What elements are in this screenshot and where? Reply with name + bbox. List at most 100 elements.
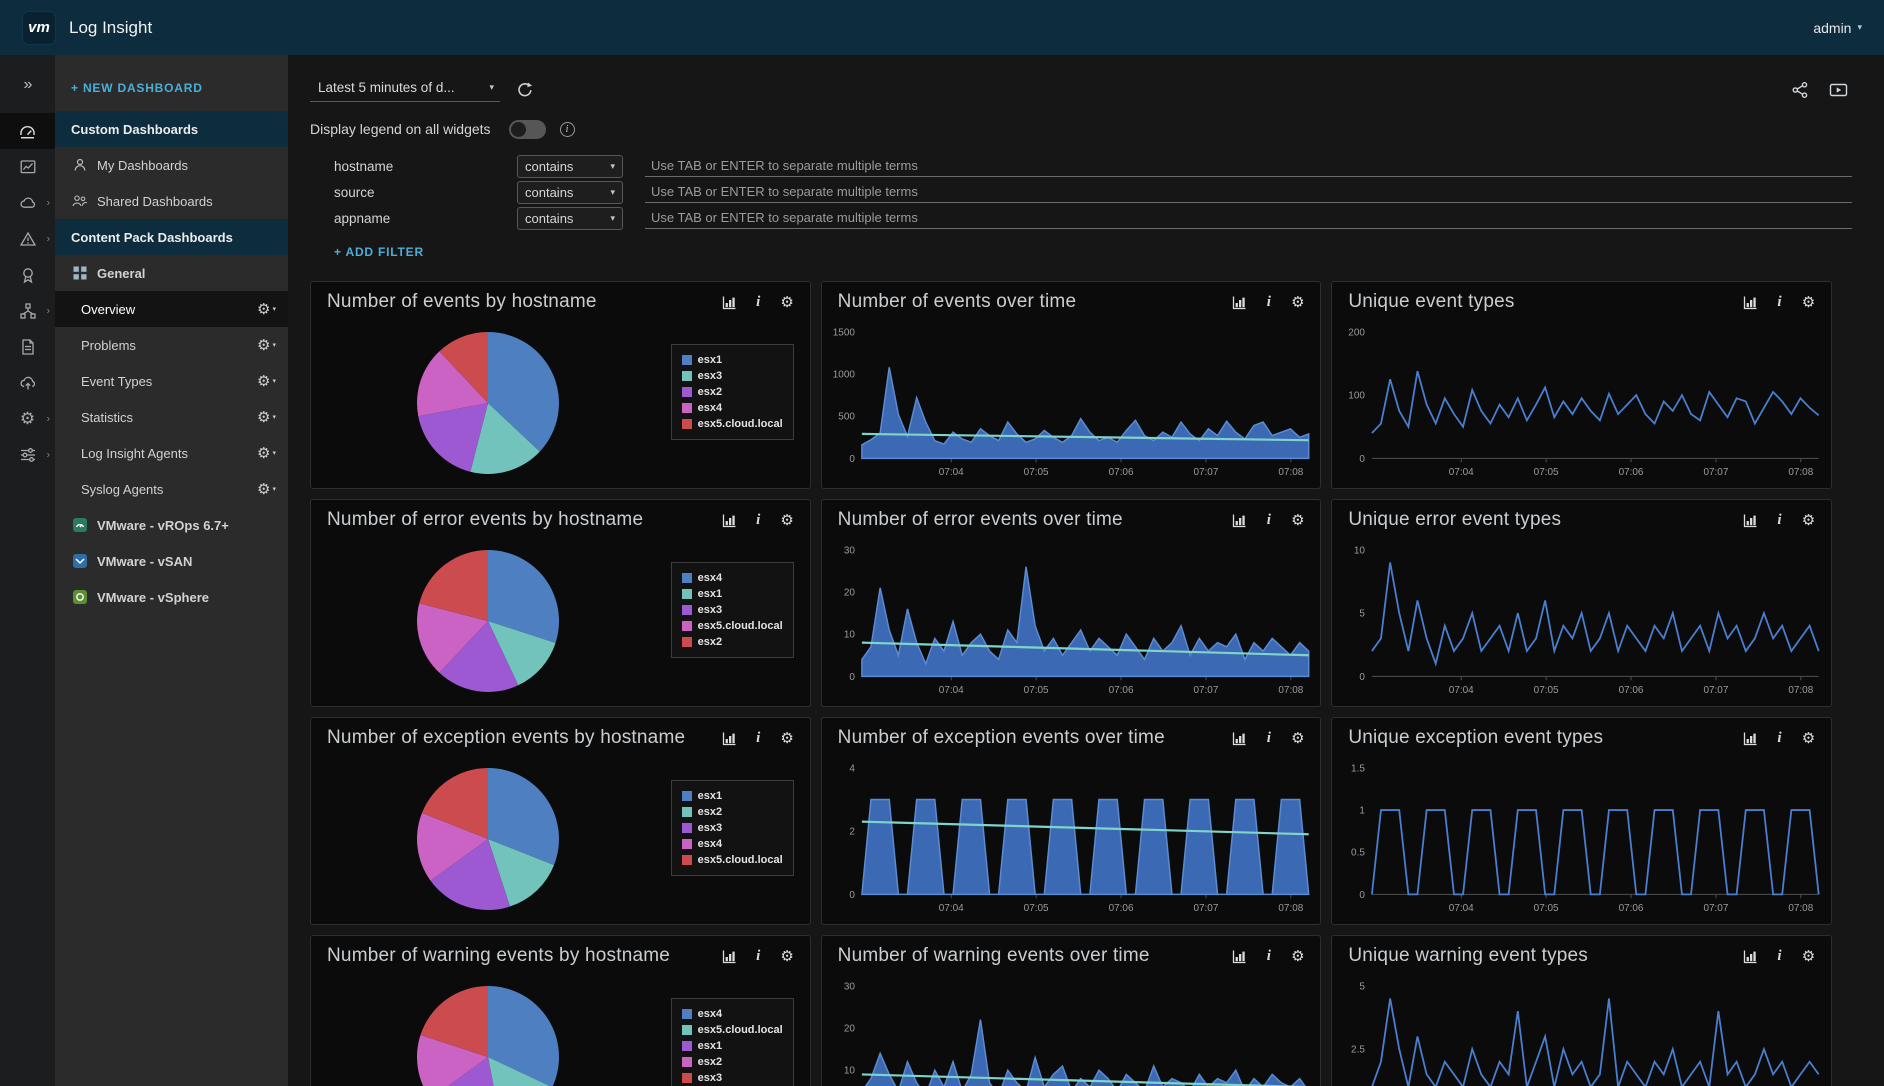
filter-operator-select[interactable]: contains▾ (517, 207, 623, 230)
widget-title: Number of error events over time (838, 509, 1220, 531)
settings-icon[interactable]: ⚙ (779, 512, 796, 529)
open-in-analytics-icon[interactable] (721, 294, 738, 311)
info-icon[interactable]: i (750, 512, 767, 529)
widget-settings-gear-icon[interactable]: ⚙▾ (257, 374, 276, 389)
users-icon (71, 193, 88, 210)
settings-icon[interactable]: ⚙› (0, 401, 55, 437)
widget-settings-gear-icon[interactable]: ⚙▾ (257, 410, 276, 425)
pie-chart[interactable] (413, 982, 563, 1086)
new-dashboard-button[interactable]: + NEW DASHBOARD (55, 77, 288, 111)
sidebar-item-vmware-vrops-6-7[interactable]: VMware - vROps 6.7+ (55, 507, 288, 543)
line-chart[interactable]: 010020007:0407:0507:0607:0707:08 (1332, 320, 1831, 488)
settings-icon[interactable]: ⚙ (1289, 948, 1306, 965)
sidebar-item-statistics[interactable]: Statistics⚙▾ (55, 399, 288, 435)
filter-operator-select[interactable]: contains▾ (517, 181, 623, 204)
filter-operator-select[interactable]: contains▾ (517, 155, 623, 178)
logs-icon[interactable] (0, 329, 55, 365)
filter-value-input[interactable] (645, 207, 1852, 229)
pie-chart[interactable] (413, 328, 563, 478)
settings-icon[interactable]: ⚙ (779, 294, 796, 311)
line-chart[interactable]: 00.511.507:0407:0507:0607:0707:08 (1332, 756, 1831, 924)
open-in-analytics-icon[interactable] (1231, 512, 1248, 529)
widget-settings-gear-icon[interactable]: ⚙▾ (257, 446, 276, 461)
info-icon[interactable]: i (1771, 294, 1788, 311)
filter-field-label: appname (334, 211, 517, 226)
live-view-icon[interactable] (1829, 81, 1848, 99)
settings-icon[interactable]: ⚙ (779, 730, 796, 747)
sidebar-item-general[interactable]: General (55, 255, 288, 291)
open-in-analytics-icon[interactable] (1231, 730, 1248, 747)
settings-icon[interactable]: ⚙ (1800, 294, 1817, 311)
badge-icon[interactable] (0, 257, 55, 293)
line-chart[interactable]: 02.5507:0407:0507:0607:0707:08 (1332, 974, 1831, 1086)
info-icon[interactable]: i (750, 294, 767, 311)
open-in-analytics-icon[interactable] (1742, 512, 1759, 529)
legend-toggle[interactable] (509, 120, 546, 139)
add-filter-button[interactable]: + ADD FILTER (334, 245, 1884, 263)
user-menu[interactable]: admin ▾ (1813, 20, 1862, 36)
open-in-analytics-icon[interactable] (1742, 294, 1759, 311)
area-chart[interactable]: 02407:0407:0507:0607:0707:08 (822, 756, 1321, 924)
info-icon[interactable]: i (1771, 948, 1788, 965)
line-chart[interactable]: 051007:0407:0507:0607:0707:08 (1332, 538, 1831, 706)
cloud-icon[interactable]: › (0, 185, 55, 221)
open-in-analytics-icon[interactable] (1231, 294, 1248, 311)
area-chart[interactable]: 05001000150007:0407:0507:0607:0707:08 (822, 320, 1321, 488)
info-icon[interactable]: i (1260, 948, 1277, 965)
info-icon[interactable]: i (750, 948, 767, 965)
tuning-icon[interactable]: › (0, 437, 55, 473)
sidebar-item-vmware-vsphere[interactable]: VMware - vSphere (55, 579, 288, 615)
filter-value-input[interactable] (645, 155, 1852, 177)
sidebar-item-overview[interactable]: Overview⚙▾ (55, 291, 288, 327)
pie-chart[interactable] (413, 764, 563, 914)
sidebar-item-label: Content Pack Dashboards (71, 230, 233, 245)
settings-icon[interactable]: ⚙ (1289, 730, 1306, 747)
time-range-select[interactable]: Latest 5 minutes of d... ▾ (310, 78, 500, 102)
info-icon[interactable]: i (1260, 512, 1277, 529)
share-icon[interactable] (1791, 81, 1809, 99)
open-in-analytics-icon[interactable] (721, 948, 738, 965)
expand-icon[interactable]: » (0, 67, 55, 103)
area-chart[interactable]: 010203007:0407:0507:0607:0707:08 (822, 974, 1321, 1086)
settings-icon[interactable]: ⚙ (1800, 948, 1817, 965)
sidebar-item-event-types[interactable]: Event Types⚙▾ (55, 363, 288, 399)
info-icon[interactable]: i (1771, 512, 1788, 529)
settings-icon[interactable]: ⚙ (779, 948, 796, 965)
settings-icon[interactable]: ⚙ (1800, 730, 1817, 747)
area-chart[interactable]: 010203007:0407:0507:0607:0707:08 (822, 538, 1321, 706)
sidebar-item-vmware-vsan[interactable]: VMware - vSAN (55, 543, 288, 579)
info-icon[interactable]: i (560, 122, 575, 137)
settings-icon[interactable]: ⚙ (1289, 512, 1306, 529)
widget-body: esx1esx2esx3esx4esx5.cloud.local (311, 756, 810, 924)
pie-chart[interactable] (413, 546, 563, 696)
info-icon[interactable]: i (1260, 730, 1277, 747)
sidebar-item-shared-dashboards[interactable]: Shared Dashboards (55, 183, 288, 219)
widget-settings-gear-icon[interactable]: ⚙▾ (257, 482, 276, 497)
settings-icon[interactable]: ⚙ (1800, 512, 1817, 529)
open-in-analytics-icon[interactable] (1742, 730, 1759, 747)
interactive-analytics-icon[interactable] (0, 149, 55, 185)
refresh-icon[interactable] (516, 81, 534, 99)
info-icon[interactable]: i (1771, 730, 1788, 747)
open-in-analytics-icon[interactable] (1231, 948, 1248, 965)
legend-swatch (682, 1057, 692, 1067)
infrastructure-icon[interactable]: › (0, 293, 55, 329)
sidebar-item-syslog-agents[interactable]: Syslog Agents⚙▾ (55, 471, 288, 507)
info-icon[interactable]: i (750, 730, 767, 747)
alerts-icon[interactable]: › (0, 221, 55, 257)
sidebar-item-problems[interactable]: Problems⚙▾ (55, 327, 288, 363)
open-in-analytics-icon[interactable] (721, 512, 738, 529)
sidebar-item-my-dashboards[interactable]: My Dashboards (55, 147, 288, 183)
export-icon[interactable] (0, 365, 55, 401)
y-tick-label: 4 (849, 763, 855, 774)
sidebar-item-log-insight-agents[interactable]: Log Insight Agents⚙▾ (55, 435, 288, 471)
dashboards-icon[interactable] (0, 113, 55, 149)
widget-actions: i⚙ (1742, 294, 1817, 311)
open-in-analytics-icon[interactable] (721, 730, 738, 747)
filter-value-input[interactable] (645, 181, 1852, 203)
settings-icon[interactable]: ⚙ (1289, 294, 1306, 311)
info-icon[interactable]: i (1260, 294, 1277, 311)
open-in-analytics-icon[interactable] (1742, 948, 1759, 965)
widget-settings-gear-icon[interactable]: ⚙▾ (257, 338, 276, 353)
widget-settings-gear-icon[interactable]: ⚙▾ (257, 302, 276, 317)
